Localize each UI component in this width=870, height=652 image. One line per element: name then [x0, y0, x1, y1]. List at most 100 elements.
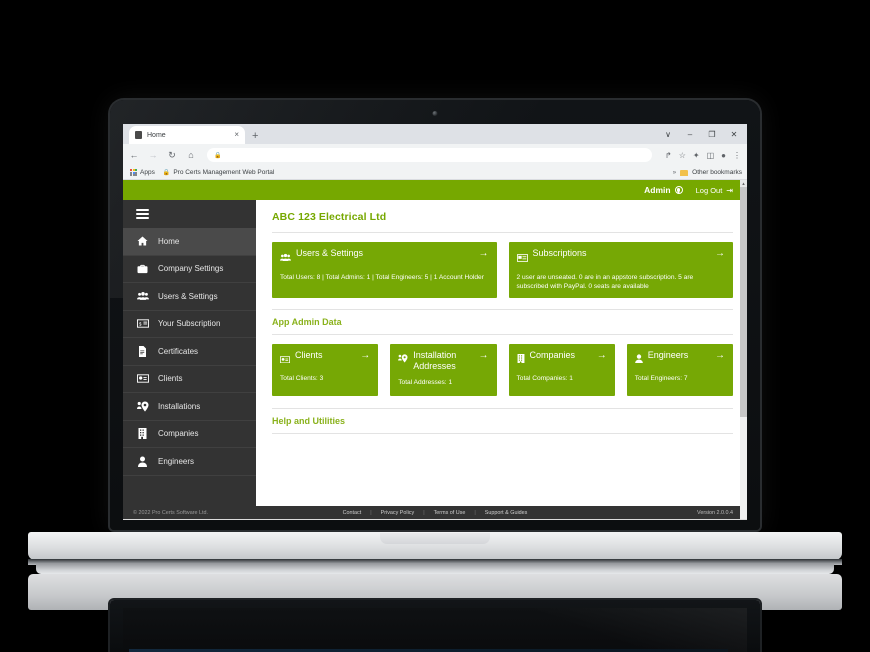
card-header: Users & Settings [280, 248, 489, 267]
sidebar-item-label: Users & Settings [158, 291, 218, 301]
logout-button[interactable]: Log Out ⇥ [696, 186, 733, 195]
tab-search-icon[interactable]: ∨ [657, 126, 679, 142]
profile-avatar-icon[interactable]: ● [721, 151, 726, 160]
card-subtitle: Total Companies: 1 [516, 375, 573, 382]
laptop-screen: Home × + ∨ – ❐ ✕ ← → ↻ ⌂ 🔒 ↱ ☆ ✦ ◫ ● ⋮ A… [123, 124, 747, 520]
card-header: Companies [517, 350, 607, 369]
admin-user-menu[interactable]: Admin [644, 185, 683, 195]
id-card-icon [136, 374, 149, 383]
sidebar-item-engineers[interactable]: Engineers [123, 448, 256, 476]
home-icon [136, 236, 149, 246]
separator: | [423, 509, 425, 516]
bookmark-star-icon[interactable]: ☆ [679, 151, 686, 160]
sidebar-item-clients[interactable]: Clients [123, 366, 256, 393]
card-title: Installation Addresses [413, 349, 457, 371]
card-installation-addresses[interactable]: Installation Addresses → Total Addresses… [390, 343, 497, 396]
sidebar-nav: Home Company Settings Users & Settings $… [123, 200, 256, 506]
card-header: Installation Addresses [398, 350, 488, 372]
footer-link-privacy-policy[interactable]: Privacy Policy [381, 510, 415, 516]
scrollbar-thumb[interactable] [740, 187, 747, 417]
reload-icon[interactable]: ↻ [167, 150, 177, 161]
footer-link-support-guides[interactable]: Support & Guides [485, 510, 528, 516]
sidebar-item-companies[interactable]: Companies [123, 421, 256, 448]
person-icon [634, 350, 643, 368]
sidebar-item-label: Engineers [158, 456, 195, 466]
card-engineers[interactable]: Engineers → Total Engineers: 7 [626, 343, 733, 396]
close-tab-icon[interactable]: × [234, 131, 239, 139]
bookmarks-bar: Apps 🔒 Pro Certs Management Web Portal »… [123, 166, 747, 180]
address-bar[interactable]: 🔒 [207, 148, 653, 162]
bookmark-item[interactable]: 🔒 Pro Certs Management Web Portal [163, 169, 275, 176]
lock-icon: 🔒 [214, 152, 222, 159]
sidebar-item-label: Certificates [158, 346, 199, 356]
card-header: Subscriptions [516, 248, 726, 267]
version-label: Version 2.0.0.4 [697, 509, 733, 516]
separator: | [474, 509, 476, 516]
separator: | [370, 509, 372, 516]
hamburger-menu-icon [136, 207, 149, 221]
side-panel-icon[interactable]: ◫ [707, 151, 715, 160]
card-subtitle: Total Clients: 3 [280, 375, 324, 382]
sidebar-item-label: Home [158, 236, 180, 246]
forward-icon[interactable]: → [148, 150, 158, 160]
sidebar-item-certificates[interactable]: Certificates [123, 338, 256, 366]
arrow-right-icon: → [596, 349, 607, 361]
card-users-settings[interactable]: Users & Settings → Total Users: 8 | Tota… [272, 242, 497, 298]
sidebar-item-company-settings[interactable]: Company Settings [123, 256, 256, 283]
card-clients[interactable]: Clients → Total Clients: 3 [272, 343, 379, 396]
tab-title: Home [147, 131, 166, 139]
building-icon [517, 350, 525, 368]
divider [272, 432, 733, 434]
primary-card-row: Users & Settings → Total Users: 8 | Tota… [272, 242, 733, 298]
card-companies[interactable]: Companies → Total Companies: 1 [508, 343, 615, 396]
copyright-text: © 2022 Pro Certs Software Ltd. [133, 509, 208, 516]
bookmark-apps[interactable]: Apps [130, 169, 155, 176]
bookmark-item-label: Pro Certs Management Web Portal [173, 169, 275, 176]
back-icon[interactable]: ← [129, 150, 139, 160]
footer-link-contact[interactable]: Contact [343, 510, 362, 516]
arrow-right-icon: → [715, 248, 725, 259]
divider [272, 308, 733, 310]
building-icon [136, 428, 149, 440]
arrow-right-icon: → [478, 248, 489, 259]
app-header-bar: Admin Log Out ⇥ [123, 180, 747, 200]
sidebar-toggle-button[interactable] [123, 200, 256, 228]
browser-tab[interactable]: Home × [129, 126, 245, 144]
window-controls: ∨ – ❐ ✕ [657, 126, 745, 142]
briefcase-icon [136, 264, 149, 274]
screen-reflection [123, 608, 747, 652]
sidebar-item-users-settings[interactable]: Users & Settings [123, 283, 256, 311]
card-subtitle: Total Addresses: 1 [398, 378, 453, 386]
page-scrollbar[interactable]: ▴ [740, 180, 747, 519]
users-icon [280, 249, 291, 267]
new-tab-button[interactable]: + [252, 131, 258, 144]
bookmarks-overflow-icon[interactable]: » [673, 170, 676, 176]
footer-links: Contact | Privacy Policy | Terms of Use … [343, 510, 528, 516]
bookmark-apps-label: Apps [140, 169, 155, 176]
card-title: Subscriptions [532, 248, 587, 258]
card-subscriptions[interactable]: Subscriptions → 2 user are unseated. 0 a… [508, 242, 733, 298]
arrow-right-icon: → [715, 349, 725, 361]
sidebar-item-home[interactable]: Home [123, 228, 256, 256]
sidebar-item-your-subscription[interactable]: $ Your Subscription [123, 311, 256, 338]
browser-menu-icon[interactable]: ⋮ [733, 151, 741, 160]
divider [272, 333, 733, 335]
share-icon[interactable]: ↱ [665, 151, 672, 160]
footer-link-terms-of-use[interactable]: Terms of Use [434, 510, 466, 516]
minimize-button[interactable]: – [679, 126, 701, 142]
scroll-up-arrow-icon[interactable]: ▴ [740, 180, 747, 187]
web-application: Admin Log Out ⇥ Home Company Settings Us… [123, 180, 747, 519]
close-window-button[interactable]: ✕ [723, 126, 745, 142]
other-bookmarks-label[interactable]: Other bookmarks [692, 169, 742, 176]
maximize-button[interactable]: ❐ [701, 126, 723, 142]
webcam-icon [432, 111, 438, 116]
arrow-right-icon: → [478, 349, 489, 361]
sidebar-item-installations[interactable]: Installations [123, 393, 256, 421]
user-circle-icon [674, 186, 683, 194]
card-title: Clients [295, 349, 323, 360]
extensions-icon[interactable]: ✦ [693, 151, 700, 160]
sidebar-item-label: Clients [158, 374, 183, 384]
money-bill-icon: $ [136, 319, 149, 328]
admin-label: Admin [644, 185, 671, 195]
home-icon[interactable]: ⌂ [186, 150, 196, 160]
